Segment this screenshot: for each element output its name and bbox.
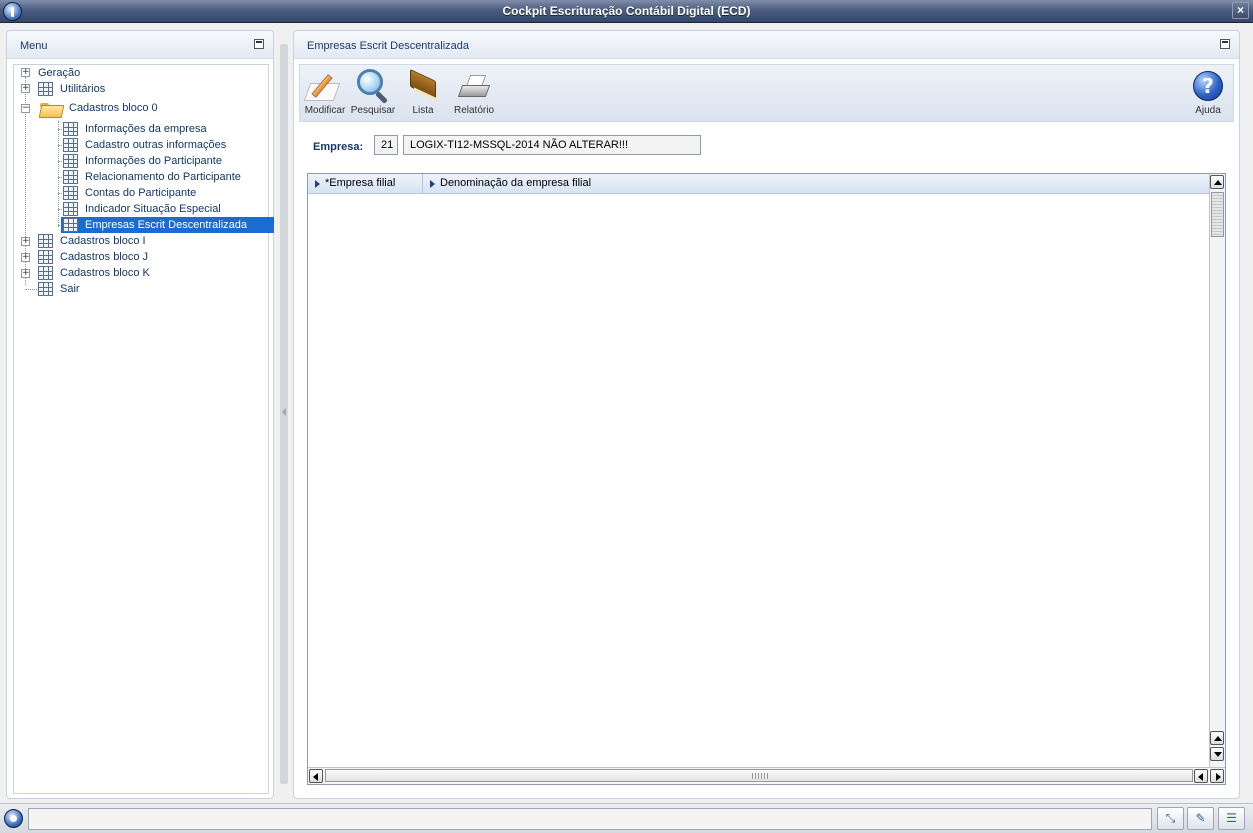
printer-icon	[457, 73, 492, 103]
menu-item-indicador-situacao-especial[interactable]: Indicador Situação Especial	[63, 201, 221, 217]
menu-item-contas-participante[interactable]: Contas do Participante	[63, 185, 196, 201]
menu-item-informacoes-participante[interactable]: Informações do Participante	[63, 153, 222, 169]
menu-item-empresas-escrit-descentralizada[interactable]: Empresas Escrit Descentralizada	[61, 217, 274, 233]
grid-icon	[63, 186, 78, 200]
collapse-icon[interactable]: −	[21, 104, 30, 113]
menu-item-label: Cadastros bloco K	[60, 267, 150, 279]
main-panel-header: Empresas Escrit Descentralizada	[294, 31, 1239, 59]
horizontal-scroll-thumb[interactable]	[325, 769, 1193, 782]
minimize-icon[interactable]	[254, 39, 264, 49]
menu-item-label: Sair	[60, 283, 80, 295]
magnifier-icon	[355, 69, 389, 104]
vertical-scroll-thumb[interactable]	[1211, 192, 1224, 237]
menu-item-label: Cadastros bloco 0	[69, 102, 158, 114]
menu-item-cadastros-bloco-j[interactable]: Cadastros bloco J	[38, 249, 148, 265]
expand-icon[interactable]: +	[21, 253, 30, 262]
grid-icon	[63, 202, 78, 216]
chat-icon[interactable]: ☰	[1218, 807, 1245, 830]
menu-panel-header: Menu	[7, 31, 273, 59]
vertical-scrollbar[interactable]	[1209, 174, 1225, 767]
menu-item-informacoes-empresa[interactable]: Informações da empresa	[63, 121, 207, 137]
window-title: Cockpit Escrituração Contábil Digital (E…	[502, 4, 751, 18]
toolbar: Modificar Pesquisar Lista Relatório ? Aj…	[299, 64, 1234, 122]
grid-icon	[63, 154, 78, 168]
column-empresa-filial[interactable]: *Empresa filial	[308, 174, 423, 193]
menu-item-label: Informações da empresa	[85, 123, 207, 135]
empresa-code-field[interactable]: 21	[374, 135, 398, 155]
list-button[interactable]: Lista	[397, 67, 449, 116]
menu-item-cadastros-bloco-k[interactable]: Cadastros bloco K	[38, 265, 150, 281]
expand-icon[interactable]: +	[21, 269, 30, 278]
menu-item-cadastros-bloco-0[interactable]: Cadastros bloco 0	[40, 100, 158, 116]
menu-item-utilitarios[interactable]: Utilitários	[38, 81, 105, 97]
grid-icon	[38, 266, 53, 280]
folder-open-icon	[40, 101, 61, 116]
modify-button[interactable]: Modificar	[299, 67, 351, 116]
link-icon[interactable]: ⤡	[1157, 807, 1184, 830]
menu-panel: Menu + Geração + Utilitários − Cadastros…	[6, 30, 274, 799]
scroll-up-icon[interactable]	[1210, 731, 1224, 745]
report-label: Relatório	[453, 105, 495, 116]
scroll-right-icon[interactable]	[1210, 769, 1224, 783]
help-button[interactable]: ? Ajuda	[1182, 67, 1234, 116]
horizontal-scrollbar[interactable]	[308, 767, 1225, 784]
menu-item-label: Informações do Participante	[85, 155, 222, 167]
menu-item-label: Cadastros bloco J	[60, 251, 149, 263]
book-icon	[408, 68, 438, 103]
status-bar: ⤡ ✎ ☰	[0, 803, 1253, 833]
grid-icon	[63, 138, 78, 152]
menu-item-label: Geração	[38, 67, 81, 79]
column-denominacao[interactable]: Denominação da empresa filial	[423, 174, 1210, 193]
grid-icon	[38, 250, 53, 264]
grid-icon	[38, 82, 53, 96]
scroll-down-icon[interactable]	[1210, 747, 1224, 761]
companies-grid: *Empresa filial Denominação da empresa f…	[307, 173, 1226, 785]
menu-item-relacionamento-participante[interactable]: Relacionamento do Participante	[63, 169, 241, 185]
help-label: Ajuda	[1195, 105, 1221, 116]
scroll-left-icon[interactable]	[309, 769, 323, 783]
main-panel-title: Empresas Escrit Descentralizada	[307, 40, 470, 52]
grid-header: *Empresa filial Denominação da empresa f…	[308, 174, 1210, 194]
empresa-label: Empresa:	[313, 141, 364, 153]
menu-tree: + Geração + Utilitários − Cadastros bloc…	[13, 64, 274, 794]
grid-icon	[63, 170, 78, 184]
report-button[interactable]: Relatório	[448, 67, 500, 116]
edit-pencil-icon	[303, 71, 341, 101]
expand-icon[interactable]: +	[21, 237, 30, 246]
expand-icon[interactable]: +	[21, 84, 30, 93]
menu-item-label: Cadastro outras informações	[85, 139, 227, 151]
scroll-left-icon[interactable]	[1194, 769, 1208, 783]
grid-icon	[38, 282, 53, 296]
status-message-field	[28, 808, 1152, 830]
menu-item-label: Empresas Escrit Descentralizada	[85, 219, 248, 231]
tools-icon[interactable]: ✎	[1187, 807, 1214, 830]
modify-label: Modificar	[304, 105, 346, 116]
status-logo-icon[interactable]	[4, 809, 23, 828]
menu-item-label: Contas do Participante	[85, 187, 197, 199]
menu-item-geracao[interactable]: Geração	[38, 65, 80, 81]
close-button[interactable]: ×	[1232, 2, 1249, 19]
empresa-name-field[interactable]: LOGIX-TI12-MSSQL-2014 NÃO ALTERAR!!!	[403, 135, 701, 155]
title-bar: Cockpit Escrituração Contábil Digital (E…	[0, 0, 1253, 23]
menu-item-cadastros-bloco-i[interactable]: Cadastros bloco I	[38, 233, 146, 249]
search-label: Pesquisar	[350, 105, 396, 116]
minimize-icon[interactable]	[1220, 39, 1230, 49]
grid-icon	[63, 122, 78, 136]
panel-splitter[interactable]	[280, 44, 288, 784]
menu-item-label: Utilitários	[60, 83, 106, 95]
scroll-up-icon[interactable]	[1210, 175, 1224, 189]
menu-panel-title: Menu	[20, 40, 48, 52]
grid-icon	[63, 218, 78, 232]
menu-item-sair[interactable]: Sair	[38, 281, 80, 297]
main-panel: Empresas Escrit Descentralizada Modifica…	[293, 30, 1240, 799]
menu-item-label: Relacionamento do Participante	[85, 171, 241, 183]
grid-icon	[38, 234, 53, 248]
question-mark-icon: ?	[1193, 71, 1223, 101]
list-label: Lista	[412, 105, 434, 116]
menu-item-cadastro-outras-informacoes[interactable]: Cadastro outras informações	[63, 137, 226, 153]
expand-icon[interactable]: +	[21, 68, 30, 77]
search-button[interactable]: Pesquisar	[347, 67, 399, 116]
menu-item-label: Indicador Situação Especial	[85, 203, 221, 215]
menu-item-label: Cadastros bloco I	[60, 235, 146, 247]
